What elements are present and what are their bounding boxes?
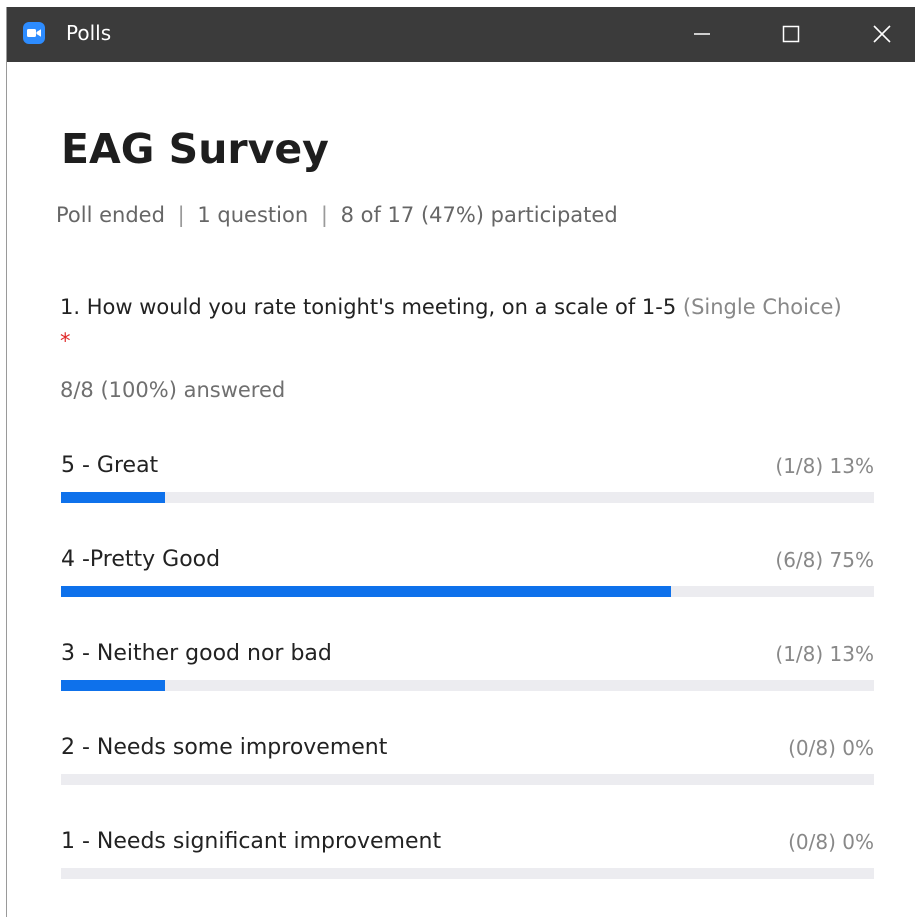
option-row: 1 - Needs significant improvement (0/8) … — [61, 827, 874, 887]
window-title: Polls — [66, 21, 112, 45]
option-stat: (0/8) 0% — [788, 736, 874, 760]
question-body: 1. How would you rate tonight's meeting,… — [60, 295, 677, 319]
option-label: 2 - Needs some improvement — [61, 735, 388, 760]
option-bar-track — [61, 586, 874, 597]
option-bar-track — [61, 492, 874, 503]
option-stat: (6/8) 75% — [775, 548, 874, 572]
required-marker: * — [60, 329, 71, 353]
option-row: 2 - Needs some improvement (0/8) 0% — [61, 733, 874, 793]
minimize-icon — [694, 33, 710, 35]
option-label: 1 - Needs significant improvement — [61, 829, 442, 854]
question-type: (Single Choice) — [682, 295, 842, 319]
option-label: 3 - Neither good nor bad — [61, 641, 332, 666]
polls-window: Polls EAG Survey Poll ended | 1 question… — [6, 7, 915, 917]
option-bar-fill — [61, 680, 166, 691]
poll-status: Poll ended — [56, 203, 165, 227]
option-bar-track — [61, 774, 874, 785]
answered-count: 8/8 (100%) answered — [60, 378, 286, 402]
option-bar-track — [61, 680, 874, 691]
close-icon — [873, 25, 891, 43]
option-bar-fill — [61, 492, 166, 503]
option-stat: (1/8) 13% — [775, 454, 874, 478]
option-stat: (0/8) 0% — [788, 830, 874, 854]
option-label: 4 -Pretty Good — [61, 547, 221, 572]
meta-separator: | — [177, 203, 185, 227]
poll-title: EAG Survey — [61, 125, 329, 173]
option-bar-fill — [61, 586, 671, 597]
option-row: 5 - Great (1/8) 13% — [61, 451, 874, 511]
zoom-camera-icon — [23, 22, 45, 44]
option-row: 4 -Pretty Good (6/8) 75% — [61, 545, 874, 605]
participation-count: 8 of 17 (47%) participated — [340, 203, 618, 227]
meta-separator: | — [320, 203, 328, 227]
minimize-button[interactable] — [672, 7, 732, 62]
title-bar[interactable]: Polls — [7, 7, 915, 62]
close-button[interactable] — [852, 7, 912, 62]
maximize-icon — [782, 25, 800, 43]
option-stat: (1/8) 13% — [775, 642, 874, 666]
option-row: 3 - Neither good nor bad (1/8) 13% — [61, 639, 874, 699]
option-label: 5 - Great — [61, 453, 159, 478]
maximize-button[interactable] — [761, 7, 821, 62]
question-count: 1 question — [197, 203, 309, 227]
option-bar-track — [61, 868, 874, 879]
poll-results: EAG Survey Poll ended | 1 question | 8 o… — [7, 62, 915, 917]
question-text: 1. How would you rate tonight's meeting,… — [60, 290, 850, 358]
poll-meta: Poll ended | 1 question | 8 of 17 (47%) … — [56, 201, 618, 229]
